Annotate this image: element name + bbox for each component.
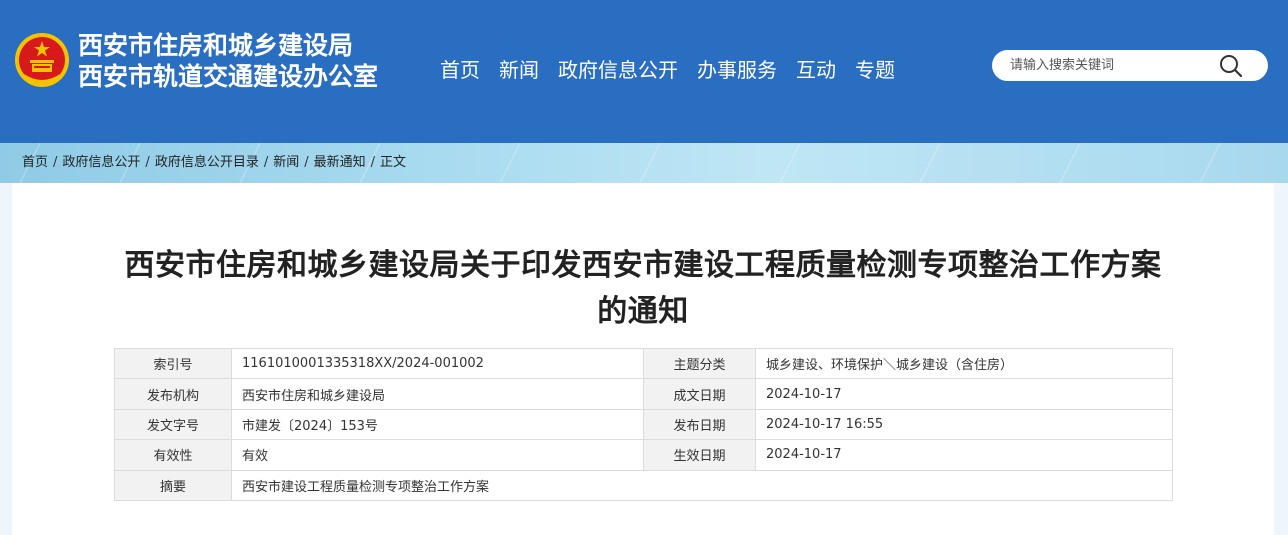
article-title: 西安市住房和城乡建设局关于印发西安市建设工程质量检测专项整治工作方案 的通知: [112, 243, 1174, 335]
nav-news[interactable]: 新闻: [499, 54, 539, 86]
meta-value-effective-date: 2024-10-17: [755, 439, 1173, 471]
meta-value-publish-date: 2024-10-17 16:55: [755, 408, 1173, 441]
meta-label-publisher: 发布机构: [114, 378, 232, 410]
document-metadata-table: 索引号 1161010001335318XX/2024-001002 主题分类 …: [114, 347, 1173, 501]
meta-label-category: 主题分类: [643, 347, 756, 380]
meta-label-effective-date: 生效日期: [643, 439, 756, 471]
meta-value-doc-number: 市建发〔2024〕153号: [231, 408, 644, 441]
search-input[interactable]: [1010, 50, 1210, 81]
meta-label-validity: 有效性: [114, 439, 232, 471]
meta-label-doc-number: 发文字号: [114, 408, 232, 441]
article-title-line2: 的通知: [597, 294, 689, 329]
table-row: 摘要 西安市建设工程质量检测专项整治工作方案: [114, 469, 1173, 501]
nav-interaction[interactable]: 互动: [796, 54, 836, 86]
meta-label-index: 索引号: [114, 347, 232, 380]
nav-services[interactable]: 办事服务: [697, 54, 777, 86]
meta-value-publisher: 西安市住房和城乡建设局: [231, 378, 644, 410]
meta-value-validity: 有效: [231, 439, 644, 471]
breadcrumb-news[interactable]: 新闻: [273, 155, 299, 170]
meta-label-written-date: 成文日期: [643, 378, 756, 410]
site-name[interactable]: 西安市住房和城乡建设局 西安市轨道交通建设办公室: [78, 30, 378, 92]
breadcrumb-current: 正文: [380, 155, 407, 170]
meta-value-category: 城乡建设、环境保护＼城乡建设（含住房）: [755, 347, 1173, 380]
nav-gov-info[interactable]: 政府信息公开: [558, 54, 678, 86]
breadcrumb-separator: /: [263, 155, 269, 170]
nav-topics[interactable]: 专题: [855, 54, 895, 86]
breadcrumb-gov-info-catalog[interactable]: 政府信息公开目录: [155, 155, 259, 170]
table-row: 有效性 有效 生效日期 2024-10-17: [114, 439, 1173, 471]
breadcrumb-home[interactable]: 首页: [22, 155, 48, 170]
table-row: 发文字号 市建发〔2024〕153号 发布日期 2024-10-17 16:55: [114, 408, 1173, 441]
site-name-line2: 西安市轨道交通建设办公室: [78, 62, 379, 91]
meta-value-index: 1161010001335318XX/2024-001002: [231, 347, 644, 380]
site-name-line1: 西安市住房和城乡建设局: [78, 31, 354, 60]
table-row: 发布机构 西安市住房和城乡建设局 成文日期 2024-10-17: [114, 378, 1173, 410]
breadcrumb-latest-notices[interactable]: 最新通知: [314, 155, 366, 170]
main-nav: 首页 新闻 政府信息公开 办事服务 互动 专题: [440, 54, 914, 86]
meta-label-summary: 摘要: [114, 469, 232, 501]
nav-home[interactable]: 首页: [440, 54, 480, 86]
breadcrumb: 首页 / 政府信息公开 / 政府信息公开目录 / 新闻 / 最新通知 / 正文: [22, 154, 406, 172]
breadcrumb-separator: /: [145, 155, 150, 170]
meta-label-publish-date: 发布日期: [643, 408, 756, 441]
national-emblem-icon[interactable]: [14, 32, 70, 88]
article-card: 西安市住房和城乡建设局关于印发西安市建设工程质量检测专项整治工作方案 的通知 索…: [12, 183, 1274, 535]
search-box: [992, 50, 1268, 81]
meta-value-summary: 西安市建设工程质量检测专项整治工作方案: [231, 469, 1173, 501]
breadcrumb-gov-info[interactable]: 政府信息公开: [62, 155, 140, 170]
search-icon[interactable]: [1218, 53, 1244, 79]
article-title-line1: 西安市住房和城乡建设局关于印发西安市建设工程质量检测专项整治工作方案: [124, 248, 1162, 283]
breadcrumb-banner: 首页 / 政府信息公开 / 政府信息公开目录 / 新闻 / 最新通知 / 正文: [0, 143, 1288, 183]
breadcrumb-separator: /: [304, 155, 309, 170]
table-row: 索引号 1161010001335318XX/2024-001002 主题分类 …: [114, 347, 1173, 380]
meta-value-written-date: 2024-10-17: [755, 378, 1173, 410]
breadcrumb-separator: /: [53, 155, 58, 170]
breadcrumb-separator: /: [370, 155, 376, 170]
site-header: 西安市住房和城乡建设局 西安市轨道交通建设办公室 首页 新闻 政府信息公开 办事…: [0, 0, 1288, 143]
